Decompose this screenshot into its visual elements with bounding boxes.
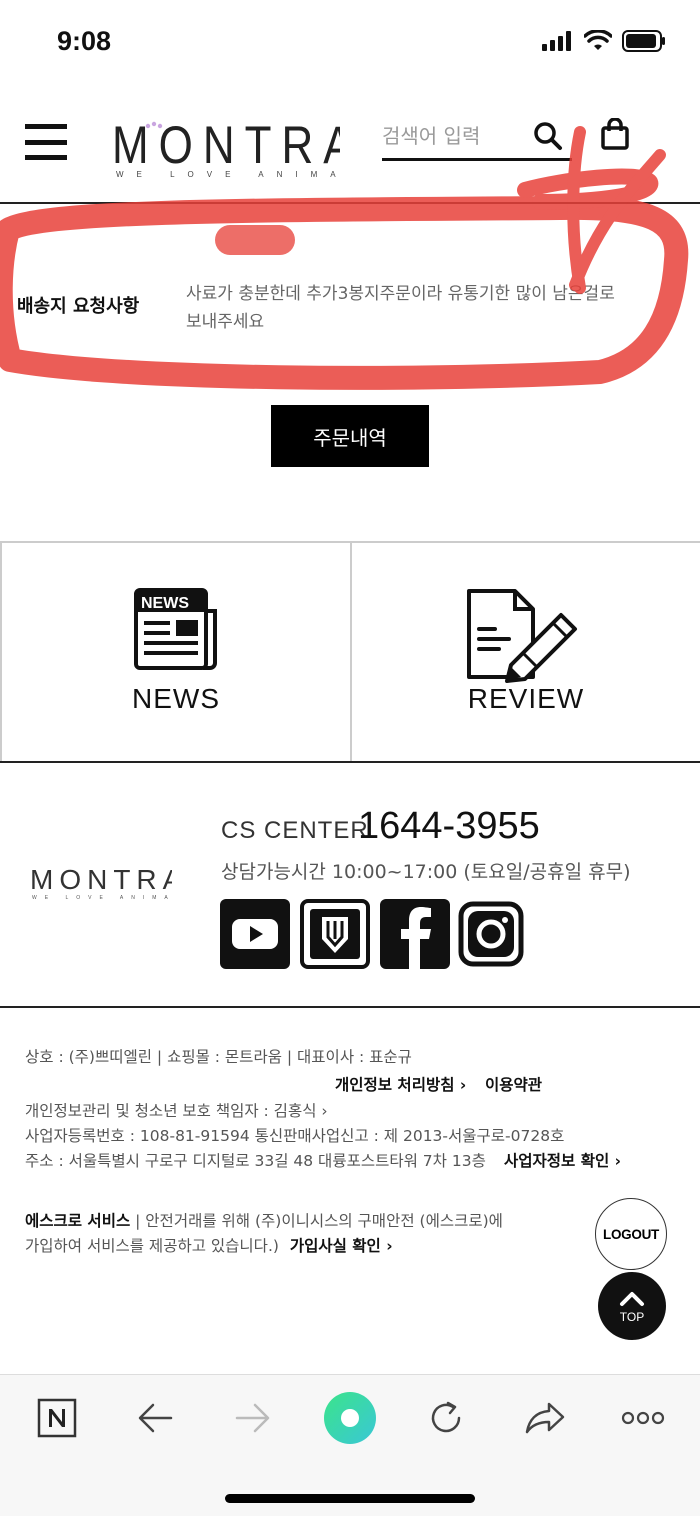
logo-tagline: WE LOVE ANIMALS [116, 170, 340, 179]
privacy-manager-link[interactable]: 개인정보관리 및 청소년 보호 책임자 : 김홍식 › [25, 1099, 328, 1121]
footer-logo-tagline: WE LOVE ANIMALS [32, 895, 172, 901]
quick-tiles: NEWS NEWS REVIEW [0, 541, 700, 763]
logo-text: MONTRAUM [112, 120, 340, 175]
status-icons [542, 30, 666, 52]
menu-bar [25, 139, 67, 145]
shopping-bag-icon[interactable] [600, 118, 630, 150]
battery-icon [622, 30, 665, 52]
forward-button[interactable] [228, 1393, 278, 1443]
forward-arrow-icon [235, 1403, 270, 1433]
tile-news[interactable]: NEWS NEWS [0, 543, 350, 761]
cs-hours: 상담가능시간 10:00~17:00 (토요일/공휴일 휴무) [221, 861, 631, 883]
document-pencil-icon [466, 589, 577, 683]
escrow-confirm-link[interactable]: 가입사실 확인 › [290, 1237, 393, 1255]
search-icon[interactable] [532, 120, 564, 152]
tile-review[interactable]: REVIEW [350, 543, 700, 761]
site-header: MONTRAUM WE LOVE ANIMALS [0, 86, 700, 204]
share-button[interactable] [520, 1393, 570, 1443]
footer-logo: MONTRAUM WE LOVE ANIMALS [30, 864, 172, 901]
business-info-link[interactable]: 사업자정보 확인 › [504, 1149, 621, 1171]
share-icon [525, 1402, 565, 1434]
back-button[interactable] [130, 1393, 180, 1443]
tile-review-label: REVIEW [467, 683, 585, 714]
naver-icon [37, 1398, 77, 1438]
search-input[interactable] [382, 116, 522, 156]
menu-bar [25, 155, 67, 160]
terms-link[interactable]: 이용약관 [485, 1073, 542, 1095]
status-bar: 9:08 [0, 0, 700, 86]
privacy-policy-link[interactable]: 개인정보 처리방침 › [335, 1073, 466, 1095]
newspaper-icon: NEWS [134, 588, 217, 670]
instagram-icon[interactable] [458, 901, 524, 967]
tile-news-label: NEWS [132, 683, 220, 714]
hamburger-menu-button[interactable] [25, 124, 67, 160]
delivery-request-text: 사료가 충분한데 추가3봉지주문이라 유통기한 많이 남은걸로 보내주세요 [186, 284, 615, 332]
scroll-top-button[interactable]: TOP [598, 1272, 666, 1340]
delivery-request-section: 배송지 요청사항 사료가 충분한데 추가3봉지주문이라 유통기한 많이 남은걸로… [0, 204, 700, 384]
status-time: 9:08 [57, 26, 112, 56]
escrow-title: 에스크로 서비스 [25, 1212, 131, 1230]
cs-center-title: CS CENTER [221, 817, 369, 844]
top-label: TOP [619, 1310, 645, 1324]
montraum-logo[interactable]: MONTRAUM WE LOVE ANIMALS [112, 120, 340, 180]
escrow-text-2: 가입하여 서비스를 제공하고 있습니다.) [25, 1237, 279, 1255]
green-home-button[interactable] [323, 1391, 377, 1445]
home-indicator[interactable] [225, 1494, 475, 1503]
back-arrow-icon [138, 1403, 173, 1433]
facebook-icon[interactable] [380, 899, 450, 969]
signal-icon [542, 31, 571, 51]
company-line: 상호 : (주)쁘띠엘린 | 쇼핑몰 : 몬트라움 | 대표이사 : 표순규 [25, 1048, 412, 1066]
more-icon [621, 1411, 665, 1425]
business-number-line: 사업자등록번호 : 108-81-91594 통신판매사업신고 : 제 2013… [25, 1127, 565, 1145]
logout-button[interactable]: LOGOUT [595, 1198, 667, 1270]
wifi-icon [584, 30, 612, 50]
more-button[interactable] [618, 1393, 668, 1443]
delivery-request-label: 배송지 요청사항 [17, 296, 140, 317]
footer-logo-text: MONTRAUM [30, 864, 172, 895]
youtube-icon[interactable] [220, 899, 290, 969]
blog-icon[interactable] [300, 899, 370, 969]
cs-phone-number[interactable]: 1644-3955 [358, 805, 540, 848]
reload-button[interactable] [421, 1393, 471, 1443]
order-history-button[interactable]: 주문내역 [271, 405, 429, 467]
escrow-text: | 안전거래를 위해 (주)이니시스의 구매안전 (에스크로)에 [130, 1212, 503, 1230]
menu-bar [25, 124, 67, 129]
reload-icon [431, 1401, 461, 1433]
naver-home-button[interactable] [32, 1393, 82, 1443]
svg-text:NEWS: NEWS [141, 595, 189, 612]
cs-center-section: MONTRAUM WE LOVE ANIMALS CS CENTER 1644-… [0, 765, 700, 1008]
address-line: 주소 : 서울특별시 구로구 디지털로 33길 48 대륭포스트타워 7차 13… [25, 1152, 486, 1170]
green-dot-icon [324, 1392, 376, 1444]
